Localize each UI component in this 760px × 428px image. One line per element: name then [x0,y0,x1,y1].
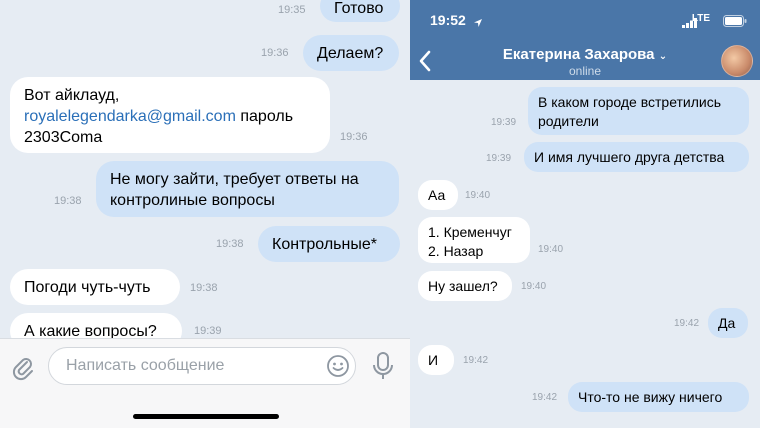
microphone-icon[interactable] [370,351,396,386]
message-text: Ну зашел? [428,278,498,294]
message-incoming[interactable]: Ну зашел? [418,271,512,301]
message-time: 19:39 [486,153,512,164]
message-time: 19:38 [54,195,82,207]
network-type: LTE [691,13,710,24]
message-text: Готово [334,0,384,17]
message-outgoing[interactable]: Готово [320,0,400,22]
left-chat-panel: Готово 19:35 Делаем? 19:36 Вот айклауд, … [0,0,410,428]
location-arrow-icon [473,15,483,33]
message-text: Контрольные* [272,236,377,253]
battery-icon [723,14,747,32]
message-outgoing[interactable]: Что-то не вижу ничего [568,382,749,412]
chat-header: 19:52 LTE Екатерина Захарова ⌄ online [410,0,760,80]
message-text: И имя лучшего друга детства [534,149,725,165]
message-text: Не могу зайти, требует ответы на [110,171,359,188]
message-text: И [428,352,439,368]
message-input[interactable]: Написать сообщение [48,347,356,385]
message-time: 19:39 [194,325,222,337]
status-bar-time: 19:52 [430,12,466,28]
message-text: В каком городе встретились [538,94,722,110]
message-text: родители [538,113,599,129]
message-outgoing[interactable]: Контрольные* [258,226,400,262]
message-text: контролиные вопросы [110,192,275,209]
message-time: 19:36 [261,47,289,59]
message-time: 19:42 [674,318,700,329]
message-incoming[interactable]: Погоди чуть-чуть [10,269,180,305]
message-time: 19:36 [340,131,368,143]
avatar[interactable] [721,45,753,77]
message-outgoing[interactable]: Делаем? [303,35,399,71]
message-time: 19:42 [463,355,489,366]
message-text: Аа [428,187,446,203]
message-text: Что-то не вижу ничего [578,389,723,405]
message-outgoing[interactable]: В каком городе встретились родители [528,87,749,135]
message-incoming[interactable]: Вот айклауд, royalelegendarka@gmail.com … [10,77,330,153]
message-time: 19:40 [465,190,491,201]
message-time: 19:40 [521,281,547,292]
message-time: 19:38 [216,238,244,250]
home-indicator[interactable] [133,414,279,419]
message-incoming[interactable]: Аа [418,180,458,210]
message-text: 2. Назар [428,243,484,259]
message-text: Делаем? [317,45,384,62]
message-text: 1. Кременчуг [428,224,512,240]
message-time: 19:42 [532,392,558,403]
message-outgoing[interactable]: И имя лучшего друга детства [524,142,749,172]
paperclip-icon[interactable] [10,355,36,386]
message-time: 19:38 [190,282,218,294]
emoji-icon[interactable] [325,353,351,384]
right-chat-panel: 19:52 LTE Екатерина Захарова ⌄ online В … [410,0,760,428]
message-outgoing[interactable]: Да [708,308,748,338]
message-time: 19:40 [538,244,564,255]
message-text: 2303Coma [24,129,103,146]
message-incoming[interactable]: И [418,345,454,375]
message-input-placeholder: Написать сообщение [66,357,225,374]
contact-name[interactable]: Екатерина Захарова ⌄ [410,46,760,63]
chevron-down-icon: ⌄ [658,51,668,62]
contact-online-status: online [568,64,602,78]
message-time: 19:39 [491,117,517,128]
message-outgoing[interactable]: Не могу зайти, требует ответы на контрол… [96,161,399,217]
message-time: 19:35 [278,4,306,16]
message-text: Вот айклауд, [24,87,120,104]
message-text: Да [718,315,736,331]
message-text: Погоди чуть-чуть [24,279,151,296]
message-incoming[interactable]: 1. Кременчуг 2. Назар [418,217,530,263]
email-link[interactable]: royalelegendarka@gmail.com [24,108,236,125]
message-text: пароль [235,108,294,125]
message-composer: Написать сообщение [0,338,410,428]
